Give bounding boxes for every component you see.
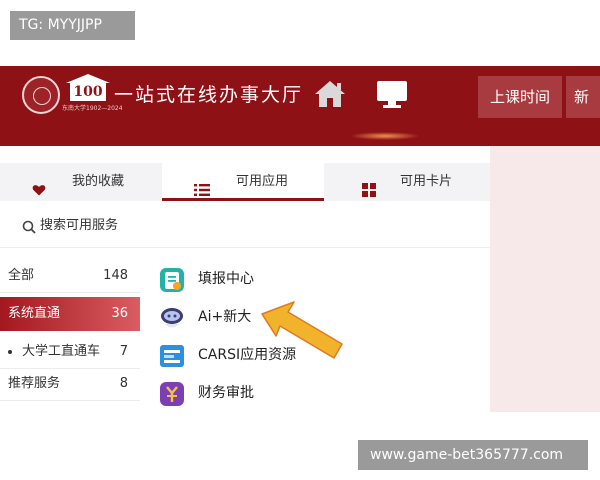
grid-icon <box>362 175 376 197</box>
service-search <box>0 205 490 245</box>
search-icon <box>22 219 36 234</box>
finance-icon <box>158 380 186 408</box>
category-count: 7 <box>119 344 128 359</box>
logo-motto: 东南大学1902—2024 <box>62 105 122 112</box>
tab-favorites[interactable]: 我的收藏 <box>0 163 160 201</box>
tab-favorites-label: 我的收藏 <box>72 174 125 189</box>
category-count: 8 <box>119 376 128 391</box>
services-panel: 我的收藏 可用应用 可用卡片 搜索可用服务 全部 148 系统直通 36 大学工… <box>0 163 490 412</box>
page: TG: MYYJJPP 100 东南大学1902—2024 一站式在线办事大厅 … <box>0 0 600 480</box>
monitor-icon[interactable] <box>374 78 410 110</box>
tab-available-cards-label: 可用卡片 <box>400 174 453 189</box>
app-finance-approval[interactable]: 财务审批 <box>158 377 478 409</box>
app-name: 财务审批 <box>198 385 254 401</box>
tab-available-apps[interactable]: 可用应用 <box>162 163 324 201</box>
nav-class-time-button[interactable]: 上课时间 <box>478 76 562 118</box>
category-name: 大学工直通车 <box>22 344 101 359</box>
university-seal-logo <box>22 76 60 114</box>
app-name: 填报中心 <box>198 271 254 287</box>
service-tabs: 我的收藏 可用应用 可用卡片 <box>0 163 490 201</box>
app-fill-center[interactable]: 填报中心 <box>158 263 478 295</box>
category-name: 系统直通 <box>8 306 61 321</box>
tab-available-apps-label: 可用应用 <box>236 174 289 189</box>
category-count: 148 <box>103 268 128 283</box>
divider <box>0 247 490 248</box>
form-icon <box>158 266 186 294</box>
category-student-affairs[interactable]: 大学工直通车 7 <box>0 335 140 369</box>
right-side-pane <box>490 146 600 412</box>
site-title: 一站式在线办事大厅 <box>114 84 304 106</box>
logo-roof-shape <box>66 74 110 83</box>
nav-new-button[interactable]: 新 <box>566 76 600 118</box>
pointer-arrow-icon <box>258 298 344 362</box>
heart-icon <box>32 175 46 196</box>
category-all[interactable]: 全部 148 <box>0 259 140 293</box>
app-name: Ai+新大 <box>198 309 252 325</box>
resource-icon <box>158 342 186 370</box>
header-bar: 100 东南大学1902—2024 一站式在线办事大厅 上课时间 新 <box>0 66 600 146</box>
robot-icon <box>158 304 186 332</box>
watermark-top: TG: MYYJJPP <box>10 11 135 40</box>
category-recommended[interactable]: 推荐服务 8 <box>0 367 140 401</box>
watermark-bottom: www.game-bet365777.com <box>358 440 588 470</box>
tab-available-cards[interactable]: 可用卡片 <box>326 163 490 201</box>
bullet-dot <box>8 350 12 354</box>
active-nav-glow <box>350 132 420 140</box>
home-icon[interactable] <box>312 78 348 110</box>
list-icon <box>194 175 210 196</box>
centennial-logo: 100 <box>66 74 110 104</box>
category-system-direct[interactable]: 系统直通 36 <box>0 297 140 331</box>
logo-number: 100 <box>70 83 106 101</box>
category-count: 36 <box>111 306 128 321</box>
category-name: 推荐服务 <box>8 376 61 391</box>
search-input[interactable] <box>40 211 470 239</box>
category-name: 全部 <box>8 268 35 283</box>
